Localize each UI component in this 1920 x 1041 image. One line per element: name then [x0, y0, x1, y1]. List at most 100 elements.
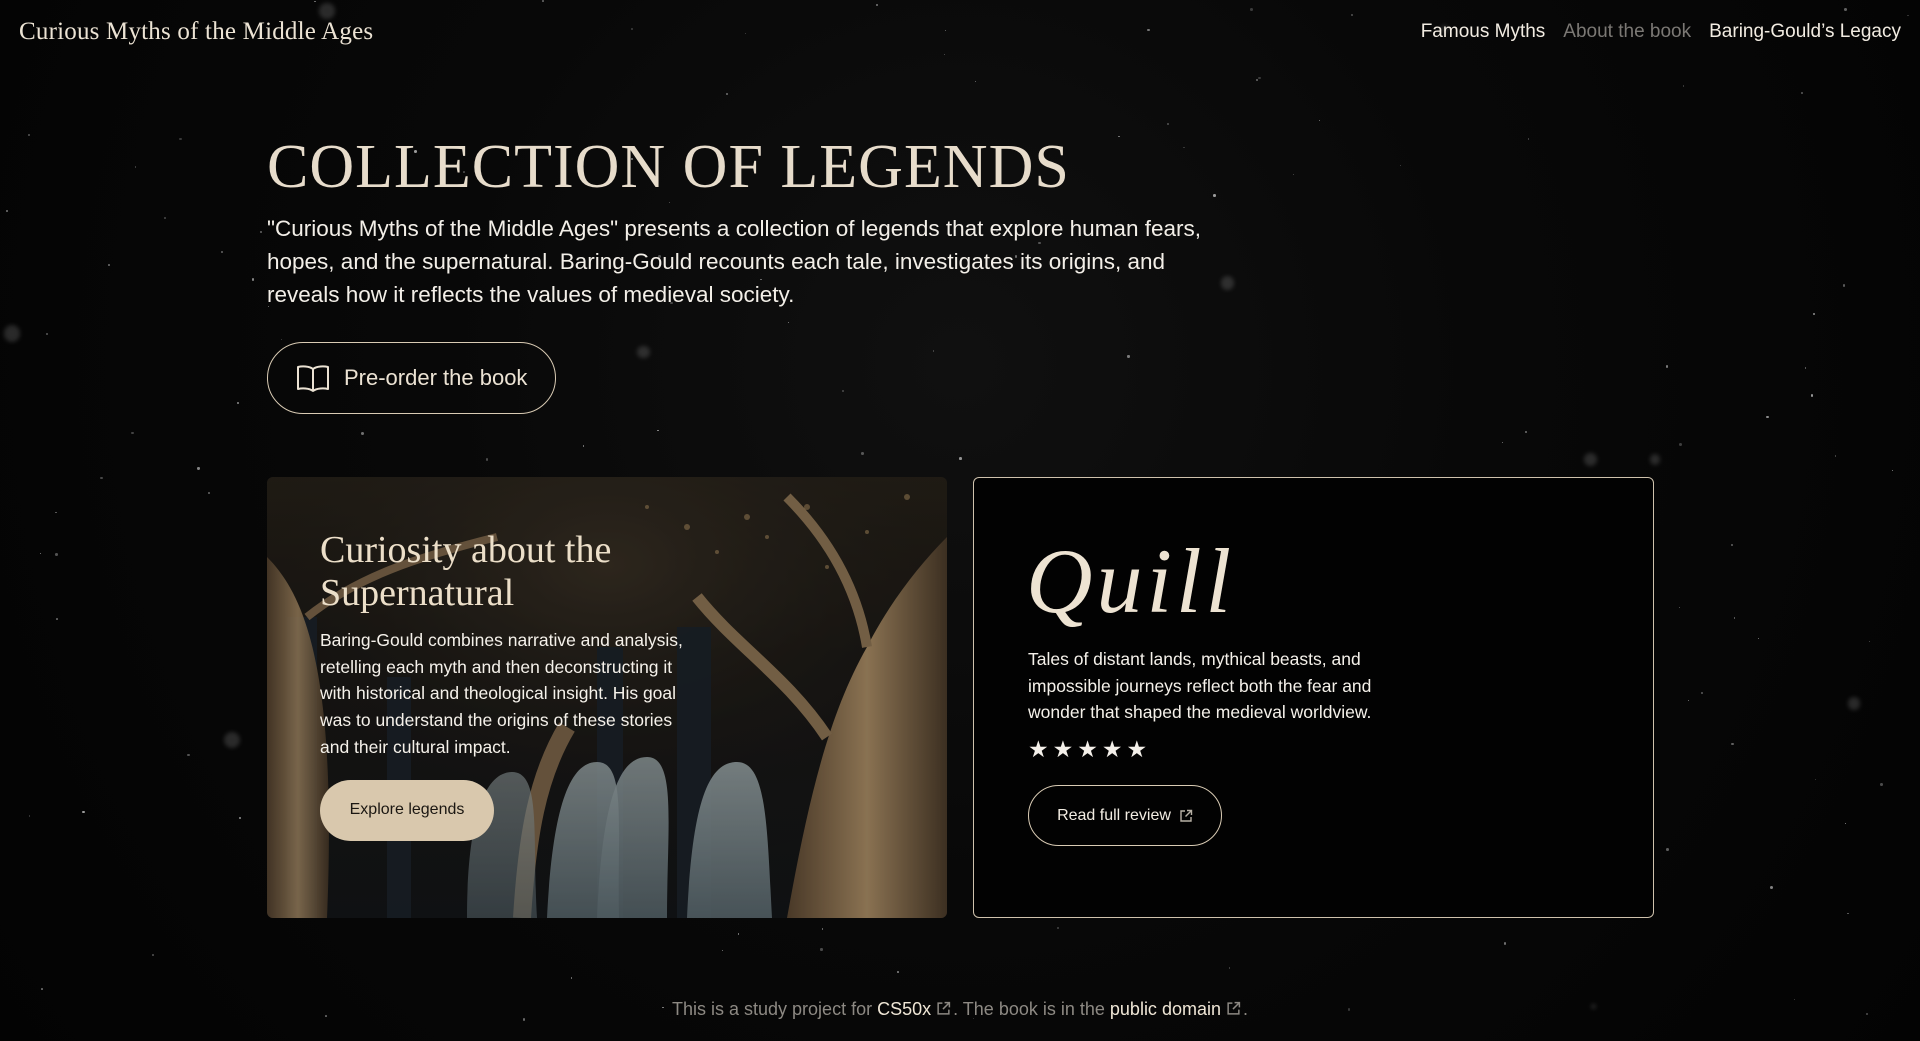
star-dot [1891, 469, 1894, 472]
star-dot [583, 445, 585, 447]
star-dot [959, 457, 962, 460]
star-dot [1757, 637, 1760, 640]
star-dot [1127, 355, 1130, 358]
star-dot [1682, 85, 1684, 87]
star-dot [820, 948, 823, 951]
hero-section: COLLECTION OF LEGENDS "Curious Myths of … [267, 128, 1227, 311]
star-dot [251, 278, 255, 281]
footer-link-cs50x[interactable]: CS50x [877, 999, 931, 1019]
star-dot [1399, 164, 1401, 167]
star-dot [1503, 942, 1507, 945]
star-dot [821, 928, 824, 930]
footer-prefix: This is a study project for [672, 999, 873, 1019]
star-dot [1880, 783, 1883, 786]
star-dot [1292, 173, 1295, 175]
star-dot [55, 552, 58, 556]
star-dot [1733, 617, 1736, 619]
star-icon: ★ [1126, 736, 1148, 762]
star-dot [1258, 76, 1262, 80]
star-dot [932, 350, 935, 352]
star-dot [570, 977, 573, 980]
star-dot [82, 811, 85, 814]
star-dot [1868, 641, 1870, 643]
star-dot [56, 618, 58, 620]
explore-legends-button[interactable]: Explore legends [320, 779, 494, 841]
star-dot [1688, 700, 1690, 702]
star-dot [179, 137, 183, 141]
star-dot [1650, 454, 1661, 465]
footer-link-public-domain[interactable]: public domain [1110, 999, 1221, 1019]
preorder-label: Pre-order the book [344, 365, 528, 390]
external-link-icon [1227, 1001, 1241, 1015]
star-dot [1525, 431, 1527, 434]
star-dot [3, 325, 20, 342]
read-review-label: Read full review [1057, 806, 1171, 824]
footer-middle: . The book is in the [953, 999, 1105, 1019]
star-dot [1847, 912, 1849, 915]
hero-description: "Curious Myths of the Middle Ages" prese… [267, 216, 1201, 307]
book-open-icon [297, 365, 329, 392]
review-text: Tales of distant lands, mythical beasts,… [1028, 649, 1372, 723]
star-dot [1056, 927, 1059, 930]
star-icon: ★ [1101, 736, 1123, 762]
site-footer: This is a study project for CS50x . The b… [0, 999, 1920, 1020]
review-card: Quill Tales of distant lands, mythical b… [973, 477, 1654, 918]
star-dot [860, 452, 864, 456]
star-dot [29, 815, 31, 817]
star-dot [152, 954, 154, 956]
footer-suffix: . [1242, 999, 1248, 1019]
star-dot [1730, 543, 1733, 547]
star-dot [974, 80, 977, 83]
star-dot [27, 133, 31, 137]
star-dot [737, 933, 740, 935]
star-dot [637, 345, 650, 358]
star-dot [40, 553, 42, 555]
star-dot [1584, 453, 1597, 467]
site-header: Curious Myths of the Middle Ages Famous … [0, 0, 1920, 64]
star-dot [1814, 778, 1817, 781]
nav-famous-myths[interactable]: Famous Myths [1421, 21, 1546, 43]
star-dot [1801, 92, 1804, 95]
star-dot [1845, 822, 1847, 824]
star-icon: ★ [1052, 736, 1074, 762]
preorder-button[interactable]: Pre-order the book [267, 342, 556, 414]
star-rating: ★ ★ ★ ★ ★ [1028, 738, 1147, 761]
star-dot [787, 321, 790, 323]
star-dot [1678, 442, 1682, 446]
star-dot [1834, 455, 1837, 457]
star-dot [1810, 393, 1814, 397]
star-dot [841, 389, 844, 392]
quill-logo: Quill [1026, 530, 1236, 632]
star-dot [223, 731, 240, 748]
star-dot [1701, 692, 1704, 695]
main-nav: Famous Myths About the book Baring-Gould… [1421, 21, 1901, 43]
star-dot [1847, 697, 1861, 710]
star-dot [1228, 967, 1231, 969]
star-dot [1804, 367, 1807, 369]
star-dot [187, 753, 190, 756]
star-dot [220, 251, 223, 254]
star-dot [1766, 415, 1769, 419]
nav-legacy[interactable]: Baring-Gould’s Legacy [1709, 21, 1901, 43]
feature-card-content: Curiosity about the Supernatural Baring-… [320, 529, 700, 841]
star-icon: ★ [1028, 736, 1049, 762]
star-dot [5, 209, 8, 213]
star-dot [1527, 138, 1530, 140]
read-full-review-button[interactable]: Read full review [1028, 785, 1222, 846]
star-dot [55, 511, 57, 514]
star-dot [1501, 441, 1503, 443]
nav-about-book[interactable]: About the book [1563, 21, 1691, 43]
star-dot [1666, 848, 1670, 851]
star-dot [238, 817, 241, 819]
external-link-icon [1180, 809, 1193, 822]
star-dot [1167, 122, 1170, 125]
site-brand[interactable]: Curious Myths of the Middle Ages [19, 18, 373, 46]
star-dot [108, 264, 111, 267]
star-dot [1813, 312, 1816, 316]
star-dot [41, 988, 43, 990]
star-dot [657, 429, 659, 431]
star-dot [100, 476, 103, 479]
star-dot [721, 950, 723, 952]
star-dot [1842, 284, 1845, 287]
star-icon: ★ [1077, 736, 1098, 762]
